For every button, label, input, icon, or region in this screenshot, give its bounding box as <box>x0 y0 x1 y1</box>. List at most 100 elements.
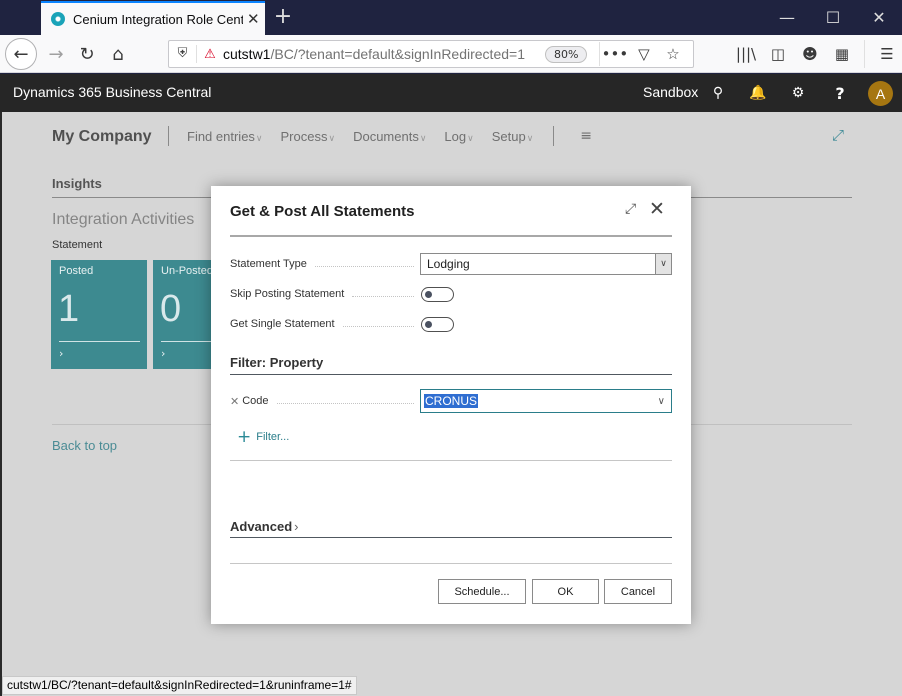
tile-label: Posted <box>59 265 94 277</box>
field-label: Skip Posting Statement <box>230 288 420 300</box>
toggle-knob <box>425 290 432 298</box>
dot-leader <box>352 295 414 297</box>
get-post-statements-dialog: Get & Post All Statements ⤢ ✕ Statement … <box>211 186 691 624</box>
bookmark-star-icon[interactable]: ☆ <box>658 45 687 63</box>
settings-gear-icon[interactable]: ⚙ <box>786 82 810 104</box>
skip-posting-toggle[interactable] <box>421 286 454 302</box>
chevron-down-icon: ∨ <box>467 132 474 143</box>
filter-section-divider <box>230 374 672 375</box>
code-filter-value: CRONUS <box>424 394 479 408</box>
chevron-down-icon[interactable]: ∨ <box>655 254 671 274</box>
pocket-icon[interactable]: ▽ <box>629 45 658 63</box>
action-setup[interactable]: Setup∨ <box>492 129 534 144</box>
page-actions-icon[interactable]: ••• <box>600 45 629 63</box>
reload-button[interactable]: ↻ <box>71 38 103 70</box>
insecure-lock-icon[interactable]: ⚠ <box>197 47 223 62</box>
cancel-button[interactable]: Cancel <box>604 579 672 604</box>
search-icon[interactable]: ⚲ <box>706 82 730 104</box>
chevron-down-icon[interactable]: ∨ <box>658 396 665 407</box>
chevron-down-icon: ∨ <box>419 132 427 143</box>
toolbar-divider <box>864 40 865 68</box>
library-icon[interactable]: |||\ <box>730 38 762 70</box>
notification-bell-icon[interactable]: 🔔 <box>746 82 770 104</box>
maximize-button[interactable]: ☐ <box>810 0 856 35</box>
chevron-right-icon: › <box>59 347 64 360</box>
address-bar[interactable]: ⛨ ⚠ cutstw1/BC/?tenant=default&signInRed… <box>168 40 694 68</box>
single-statement-row: Get Single Statement <box>230 313 672 335</box>
toolbar-icons: |||\ ◫ ☻ ▦ ☰ <box>730 38 902 70</box>
skip-posting-row: Skip Posting Statement <box>230 283 672 305</box>
cue-tile-posted[interactable]: Posted 1 › <box>51 260 147 369</box>
back-button[interactable]: ← <box>5 38 37 70</box>
tab-title: Cenium Integration Role Center <box>73 11 243 27</box>
browser-tab[interactable]: Cenium Integration Role Center ✕ <box>41 1 265 35</box>
dot-leader <box>276 402 414 404</box>
browser-titlebar: Cenium Integration Role Center ✕ + — ☐ ✕ <box>0 0 902 35</box>
arrow-left-icon: ← <box>13 43 29 65</box>
new-tab-button[interactable]: + <box>270 3 296 31</box>
advanced-section-divider <box>230 537 672 538</box>
action-documents[interactable]: Documents∨ <box>353 129 426 144</box>
add-filter-link[interactable]: + Filter... <box>237 429 289 446</box>
chevron-down-icon: ∨ <box>255 132 263 143</box>
account-icon[interactable]: ☻ <box>794 38 826 70</box>
url-text[interactable]: cutstw1/BC/?tenant=default&signInRedirec… <box>223 46 525 62</box>
environment-label: Sandbox <box>643 84 699 100</box>
statement-type-row: Statement Type Lodging ∨ <box>230 253 672 275</box>
statement-type-select[interactable]: Lodging ∨ <box>420 253 672 275</box>
schedule-button[interactable]: Schedule... <box>438 579 526 604</box>
tile-value: 1 <box>58 288 80 330</box>
sidebar-icon[interactable]: ◫ <box>762 38 794 70</box>
action-bar-divider <box>553 126 555 146</box>
title-divider <box>230 235 672 237</box>
browser-navbar: ← → ↻ ⌂ ⛨ ⚠ cutstw1/BC/?tenant=default&s… <box>0 35 902 73</box>
help-icon[interactable]: ? <box>828 82 852 104</box>
user-avatar[interactable]: A <box>868 81 893 106</box>
home-icon: ⌂ <box>112 43 124 65</box>
forward-button[interactable]: → <box>40 38 72 70</box>
bc-app-header: Dynamics 365 Business Central Sandbox ⚲ … <box>0 74 902 112</box>
tracking-shield-icon[interactable]: ⛨ <box>169 45 197 63</box>
close-dialog-icon[interactable]: ✕ <box>649 199 665 219</box>
insights-heading: Insights <box>52 176 102 191</box>
app-brand: Dynamics 365 Business Central <box>13 84 212 100</box>
single-statement-toggle[interactable] <box>421 316 454 332</box>
arrow-right-icon: → <box>48 43 64 65</box>
ok-button[interactable]: OK <box>532 579 599 604</box>
code-filter-input[interactable]: CRONUS ∨ <box>420 389 672 413</box>
more-actions-menu-icon[interactable]: ≡ <box>580 128 592 144</box>
tile-divider <box>59 341 140 342</box>
minimize-button[interactable]: — <box>764 0 810 35</box>
tab-close-icon[interactable]: ✕ <box>247 10 260 28</box>
expand-dialog-icon[interactable]: ⤢ <box>625 201 636 217</box>
chevron-down-icon: ∨ <box>328 132 336 143</box>
action-find-entries[interactable]: Find entries∨ <box>187 129 263 144</box>
tile-value: 0 <box>160 288 182 330</box>
action-process[interactable]: Process∨ <box>281 129 336 144</box>
footer-divider <box>230 563 672 564</box>
extensions-icon[interactable]: ▦ <box>826 38 858 70</box>
zoom-level-badge[interactable]: 80% <box>544 45 588 63</box>
home-button[interactable]: ⌂ <box>102 38 134 70</box>
action-log[interactable]: Log∨ <box>444 129 473 144</box>
code-filter-row: ✕ Code CRONUS ∨ <box>230 389 672 413</box>
dialog-title: Get & Post All Statements <box>230 203 415 220</box>
back-to-top-link[interactable]: Back to top <box>52 438 117 453</box>
integration-activities-title: Integration Activities <box>52 211 195 228</box>
expand-page-icon[interactable]: ⤢ <box>832 126 844 144</box>
hamburger-menu-icon[interactable]: ☰ <box>871 38 902 70</box>
action-bar-divider <box>168 126 169 146</box>
close-window-button[interactable]: ✕ <box>856 0 902 35</box>
field-label: ✕ Code <box>230 395 420 408</box>
chevron-right-icon: › <box>161 347 166 360</box>
remove-filter-icon[interactable]: ✕ <box>230 395 239 408</box>
chevron-right-icon: › <box>294 519 299 534</box>
advanced-section-toggle[interactable]: Advanced › <box>230 519 298 534</box>
field-label: Get Single Statement <box>230 318 420 330</box>
chevron-down-icon: ∨ <box>526 132 534 143</box>
select-value: Lodging <box>427 257 470 271</box>
filter-section-title: Filter: Property <box>230 355 324 370</box>
dot-leader <box>342 325 414 327</box>
company-name: My Company <box>52 128 152 145</box>
window-controls: — ☐ ✕ <box>764 0 902 35</box>
